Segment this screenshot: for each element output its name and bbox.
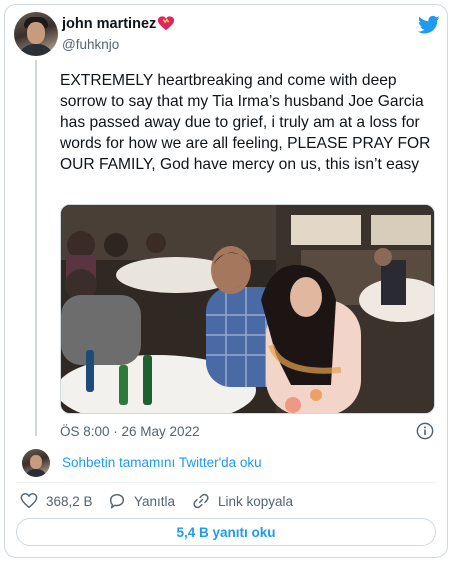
twitter-bird-icon[interactable]	[418, 15, 440, 35]
reply-label: Yanıtla	[134, 493, 176, 509]
thread-connector-line	[35, 60, 37, 436]
tweet-photo[interactable]	[60, 204, 435, 414]
tweet-photo-image	[61, 205, 434, 413]
copy-link-label: Link kopyala	[218, 493, 294, 509]
author-display-name[interactable]: john martinez	[62, 16, 156, 32]
author-handle[interactable]: @fuhknjo	[62, 37, 119, 52]
like-count: 368,2 B	[46, 493, 93, 509]
info-icon[interactable]	[416, 422, 434, 440]
like-button[interactable]: 368,2 B	[20, 492, 93, 510]
copy-link-button[interactable]: Link kopyala	[192, 492, 293, 510]
heart-icon	[20, 493, 38, 509]
reply-button[interactable]: Yanıtla	[108, 492, 175, 510]
link-icon	[193, 493, 209, 509]
heart-emoji-icon	[157, 16, 175, 31]
read-full-thread-link[interactable]: Sohbetin tamamını Twitter'da oku	[62, 455, 262, 470]
read-replies-button[interactable]: 5,4 B yanıtı oku	[16, 518, 436, 546]
divider	[16, 482, 436, 483]
read-replies-label: 5,4 B yanıtı oku	[176, 524, 276, 540]
author-avatar[interactable]	[14, 12, 58, 56]
tweet-timestamp[interactable]: ÖS 8:00 · 26 May 2022	[60, 424, 200, 439]
tweet-text: EXTREMELY heartbreaking and come with de…	[60, 72, 431, 173]
reply-icon	[109, 493, 125, 509]
thread-author-avatar[interactable]	[22, 449, 50, 477]
